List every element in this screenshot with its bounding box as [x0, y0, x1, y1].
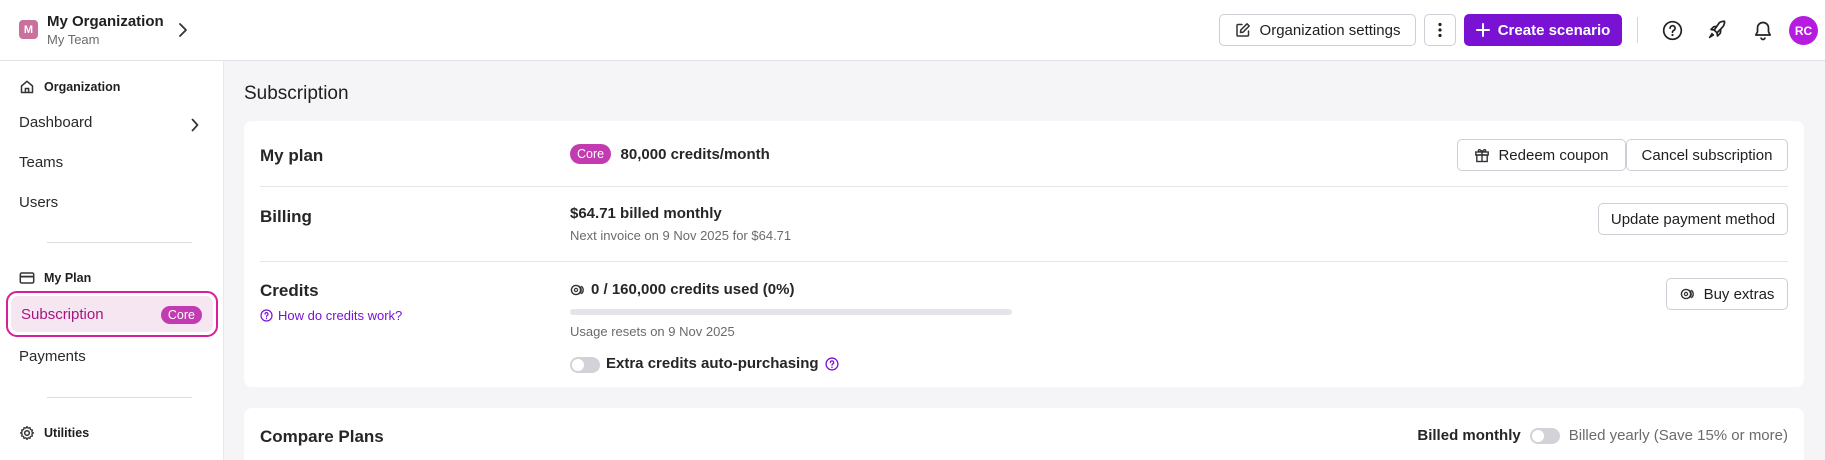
rocket-icon: [1708, 20, 1726, 39]
chevron-right-icon[interactable]: [177, 21, 189, 39]
sidebar: Organization Dashboard Teams Users My Pl…: [0, 61, 224, 460]
buy-extras-label: Buy extras: [1703, 285, 1775, 303]
sidebar-section-my-plan: My Plan: [19, 271, 91, 285]
plan-summary: Core 80,000 credits/month: [570, 144, 770, 164]
buy-extras-button[interactable]: Buy extras: [1666, 278, 1788, 310]
org-avatar[interactable]: M: [19, 20, 38, 39]
row-divider: [260, 261, 1788, 262]
top-bar: M My Organization My Team Organization s…: [0, 0, 1825, 61]
org-name[interactable]: My Organization: [47, 13, 164, 30]
credits-usage: 0 / 160,000 credits used (0%): [570, 281, 794, 298]
usage-reset-text: Usage resets on 9 Nov 2025: [570, 324, 735, 339]
more-options-button[interactable]: [1424, 14, 1456, 46]
sidebar-section-label: My Plan: [44, 271, 92, 285]
kebab-menu-icon: [1438, 22, 1442, 38]
compare-plans-title: Compare Plans: [260, 427, 384, 446]
auto-purchase-label: Extra credits auto-purchasing: [606, 355, 819, 372]
auto-purchase-row: Extra credits auto-purchasing: [606, 355, 839, 372]
row-divider: [260, 186, 1788, 187]
create-scenario-button[interactable]: Create scenario: [1464, 14, 1622, 46]
billing-amount: $64.71 billed monthly: [570, 205, 722, 222]
user-avatar[interactable]: RC: [1789, 16, 1818, 45]
organization-settings-button[interactable]: Organization settings: [1219, 14, 1416, 46]
update-payment-method-label: Update payment method: [1610, 210, 1776, 228]
sidebar-item-teams[interactable]: Teams: [19, 154, 63, 171]
credit-card-icon: [19, 272, 35, 284]
compare-plans-card: Compare Plans Billed monthly Billed year…: [244, 408, 1804, 460]
help-circle-icon[interactable]: [824, 356, 839, 371]
plus-icon: [1475, 23, 1490, 37]
billed-monthly-label[interactable]: Billed monthly: [1417, 427, 1520, 444]
coins-icon: [570, 284, 584, 295]
notifications-button[interactable]: [1750, 17, 1776, 43]
page-title: Subscription: [244, 83, 349, 104]
cancel-subscription-label: Cancel subscription: [1641, 146, 1773, 164]
sidebar-section-utilities: Utilities: [19, 425, 89, 441]
redeem-coupon-label: Redeem coupon: [1498, 146, 1609, 164]
home-icon: [20, 80, 34, 94]
billed-yearly-label[interactable]: Billed yearly (Save 15% or more): [1569, 427, 1788, 444]
sidebar-item-dashboard[interactable]: Dashboard: [19, 114, 92, 131]
help-circle-icon: [1662, 20, 1682, 40]
sidebar-divider: [47, 397, 192, 398]
next-invoice-text: Next invoice on 9 Nov 2025 for $64.71: [570, 228, 792, 243]
plan-credits: 80,000 credits/month: [620, 145, 770, 163]
coins-icon: [1680, 288, 1694, 300]
credits-used-text: 0 / 160,000 credits used (0%): [591, 281, 795, 298]
cancel-subscription-button[interactable]: Cancel subscription: [1626, 139, 1788, 171]
bell-icon: [1754, 21, 1772, 40]
update-payment-method-button[interactable]: Update payment method: [1598, 203, 1788, 235]
auto-purchase-toggle[interactable]: [570, 357, 600, 373]
my-plan-label: My plan: [260, 146, 324, 165]
billing-label: Billing: [260, 207, 312, 226]
gift-icon: [1475, 149, 1490, 163]
sidebar-item-payments[interactable]: Payments: [19, 348, 86, 365]
team-name[interactable]: My Team: [47, 32, 100, 47]
chevron-right-icon[interactable]: [190, 117, 200, 133]
credits-progress-bar: [570, 309, 1012, 315]
organization-settings-label: Organization settings: [1259, 21, 1401, 39]
redeem-coupon-button[interactable]: Redeem coupon: [1457, 139, 1626, 171]
billing-period-toggle[interactable]: [1529, 427, 1560, 444]
launch-button[interactable]: [1704, 17, 1730, 43]
sidebar-item-label: Subscription: [21, 306, 104, 323]
help-button[interactable]: [1659, 17, 1685, 43]
how-credits-work-link[interactable]: How do credits work?: [260, 308, 402, 323]
sidebar-divider: [47, 242, 192, 243]
sidebar-section-organization: Organization: [19, 79, 120, 95]
plan-badge: Core: [570, 144, 612, 164]
subscription-card: My plan Core 80,000 credits/month Redeem…: [244, 121, 1804, 387]
sidebar-section-label: Organization: [44, 80, 121, 94]
create-scenario-label: Create scenario: [1497, 21, 1611, 39]
how-credits-work-label: How do credits work?: [278, 308, 403, 323]
plan-badge: Core: [160, 306, 202, 324]
edit-icon: [1235, 23, 1250, 37]
sidebar-section-label: Utilities: [44, 426, 90, 440]
credits-label: Credits: [260, 281, 319, 300]
active-item-highlight: Subscription Core: [11, 296, 213, 332]
toolbar-divider: [1637, 17, 1638, 43]
help-circle-icon: [260, 309, 273, 322]
sidebar-item-users[interactable]: Users: [19, 194, 58, 211]
billing-period-toggle-row: Billed monthly Billed yearly (Save 15% o…: [1417, 427, 1788, 444]
gear-icon: [19, 425, 35, 441]
sidebar-item-subscription[interactable]: Subscription Core: [6, 291, 218, 337]
